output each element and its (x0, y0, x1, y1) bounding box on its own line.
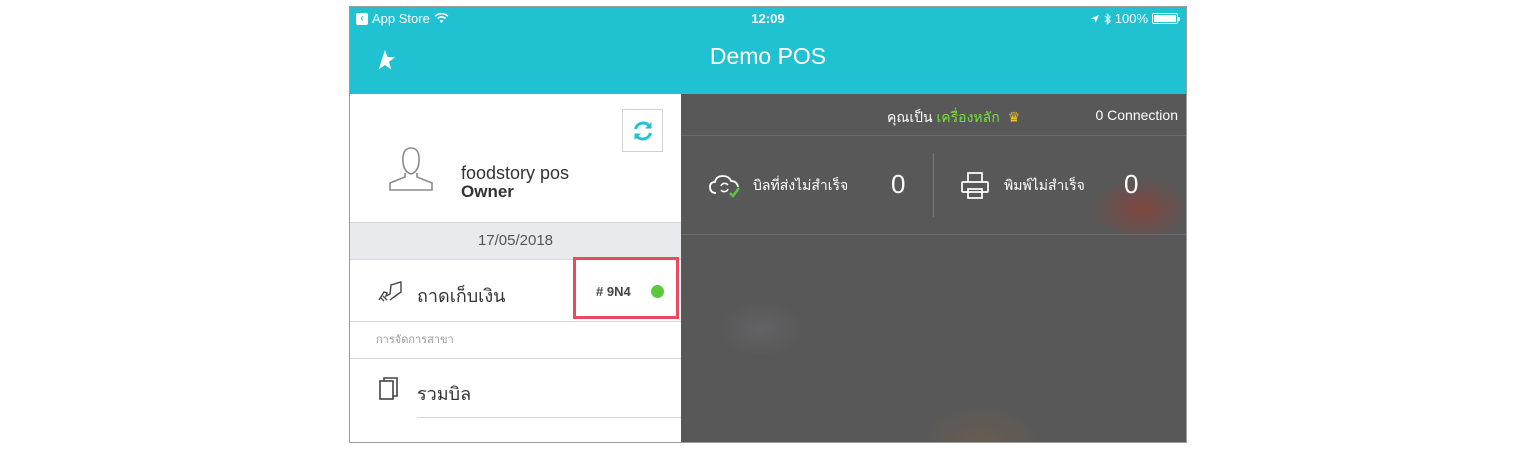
table-icon (377, 440, 405, 443)
main-header: คุณเป็น เครื่องหลัก ♛ 0 Connection (681, 94, 1186, 136)
cash-drawer-label: ถาดเก็บเงิน (417, 286, 506, 306)
status-bar: ‹ App Store 12:09 100% (350, 7, 1186, 29)
printer-icon[interactable] (960, 170, 990, 200)
bills-icon (379, 377, 398, 400)
menu-item-label: รวมบิล (417, 384, 472, 404)
menu-item-merge-bills[interactable]: รวมบิล (350, 359, 681, 419)
profile-section: foodstory pos Owner (350, 94, 681, 222)
device-role: คุณเป็น เครื่องหลัก ♛ (887, 107, 1020, 129)
top-bar: ‹ App Store 12:09 100% Demo POS (350, 7, 1186, 94)
avatar-icon (389, 147, 433, 191)
role-value: เครื่องหลัก (936, 109, 1000, 125)
main-panel: คุณเป็น เครื่องหลัก ♛ 0 Connection บิลที… (681, 94, 1186, 442)
ipad-screen: ‹ App Store 12:09 100% Demo POS foodstor… (349, 6, 1187, 443)
cloud-sync-icon[interactable] (708, 173, 744, 199)
date-bar: 17/05/2018 (350, 222, 681, 260)
drawer-code: # 9N4 (596, 284, 631, 299)
cash-drawer-icon (378, 281, 402, 302)
failed-prints-count: 0 (1124, 169, 1139, 199)
drawer-status-dot (651, 285, 664, 298)
menu-item-partial[interactable] (350, 434, 681, 443)
app-title: Demo POS (709, 43, 827, 69)
stats-row: บิลที่ส่งไม่สำเร็จ 0 พิมพ์ไม่สำเร็จ 0 (681, 135, 1186, 235)
crown-icon: ♛ (1007, 109, 1021, 125)
cash-drawer-row[interactable]: ถาดเก็บเงิน # 9N4 (350, 257, 681, 322)
refresh-button[interactable] (622, 109, 663, 152)
refresh-icon (633, 121, 652, 140)
sidebar: foodstory pos Owner 17/05/2018 ถาดเก็บเง… (350, 94, 682, 443)
stats-divider (933, 153, 934, 217)
connection-count: 0 Connection (1095, 107, 1178, 123)
status-right: 100% (1090, 11, 1180, 26)
status-time: 12:09 (751, 11, 785, 26)
battery-percent: 100% (1114, 11, 1148, 26)
location-arrow-icon (1090, 14, 1099, 23)
user-role: Owner (461, 182, 514, 201)
bluetooth-icon (1104, 12, 1111, 25)
menu-divider (417, 417, 681, 418)
failed-prints-label: พิมพ์ไม่สำเร็จ (1004, 177, 1085, 193)
battery-icon (1152, 13, 1180, 24)
user-name: foodstory pos (461, 163, 570, 183)
unsent-bills-label: บิลที่ส่งไม่สำเร็จ (753, 177, 849, 193)
unsent-bills-count: 0 (891, 169, 906, 199)
role-prefix: คุณเป็น (887, 109, 933, 125)
branch-section-header: การจัดการสาขา (350, 322, 681, 359)
